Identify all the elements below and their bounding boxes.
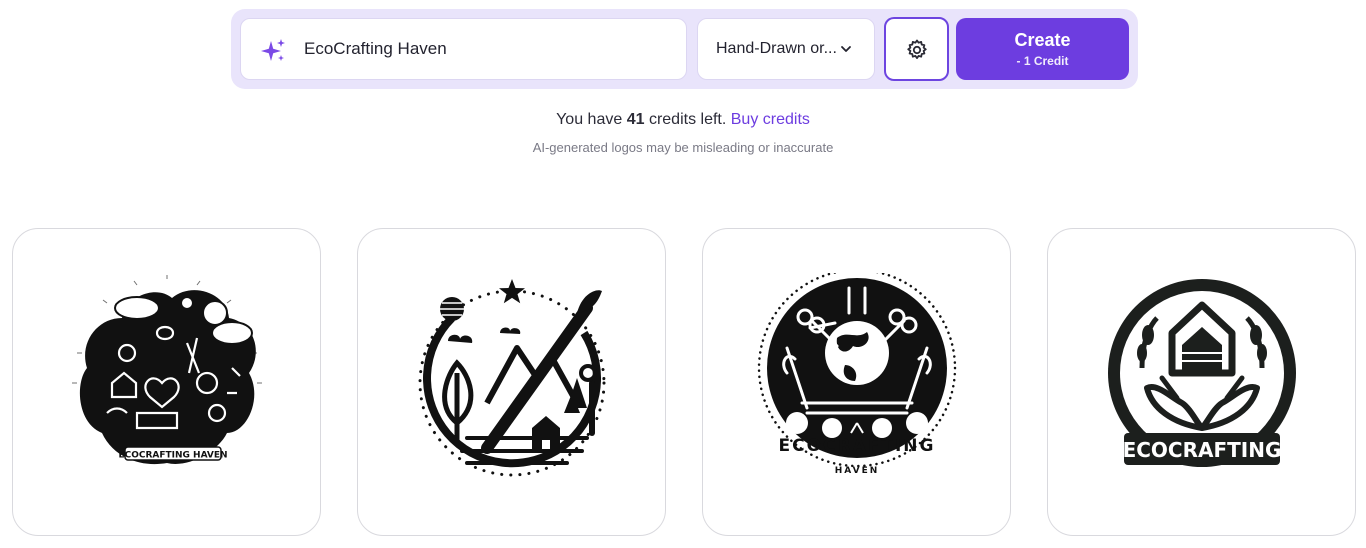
create-button-cost: - 1 Credit xyxy=(1016,54,1069,68)
logo-3-subtext: HAVEN xyxy=(835,466,880,476)
buy-credits-link[interactable]: Buy credits xyxy=(731,111,810,128)
settings-button[interactable] xyxy=(884,17,949,81)
logo-card-2[interactable] xyxy=(357,228,666,536)
gear-icon xyxy=(907,39,927,59)
logo-image-1: ECOCRAFTING HAVEN xyxy=(72,275,262,465)
create-button[interactable]: Create - 1 Credit xyxy=(956,18,1129,80)
sparkle-icon xyxy=(261,39,285,61)
logo-card-4[interactable]: ECOCRAFTING xyxy=(1047,228,1356,536)
logo-image-4: ECOCRAFTING xyxy=(1108,279,1296,467)
credits-prefix: You have xyxy=(556,111,623,128)
ai-disclaimer: AI-generated logos may be misleading or … xyxy=(532,140,834,155)
credits-info: You have 41 credits left. Buy credits xyxy=(0,111,1366,129)
logo-image-2 xyxy=(418,279,606,477)
logo-image-3: ECOCRAFTING HAVEN xyxy=(757,273,957,476)
logo-1-text: ECOCRAFTING HAVEN xyxy=(118,451,227,461)
credits-suffix: credits left. xyxy=(648,111,727,128)
chevron-down-icon xyxy=(841,46,851,52)
style-dropdown[interactable]: Hand-Drawn or... xyxy=(697,18,875,80)
style-dropdown-value: Hand-Drawn or... xyxy=(716,40,837,57)
prompt-text[interactable]: EcoCrafting Haven xyxy=(304,39,447,59)
credits-count: 41 xyxy=(626,111,645,128)
logo-card-1[interactable]: ECOCRAFTING HAVEN xyxy=(12,228,321,536)
prompt-input[interactable]: EcoCrafting Haven xyxy=(240,18,687,80)
logo-card-3[interactable]: ECOCRAFTING HAVEN xyxy=(702,228,1011,536)
logo-4-text: ECOCRAFTING xyxy=(1123,438,1282,462)
create-button-label: Create xyxy=(1014,30,1071,50)
